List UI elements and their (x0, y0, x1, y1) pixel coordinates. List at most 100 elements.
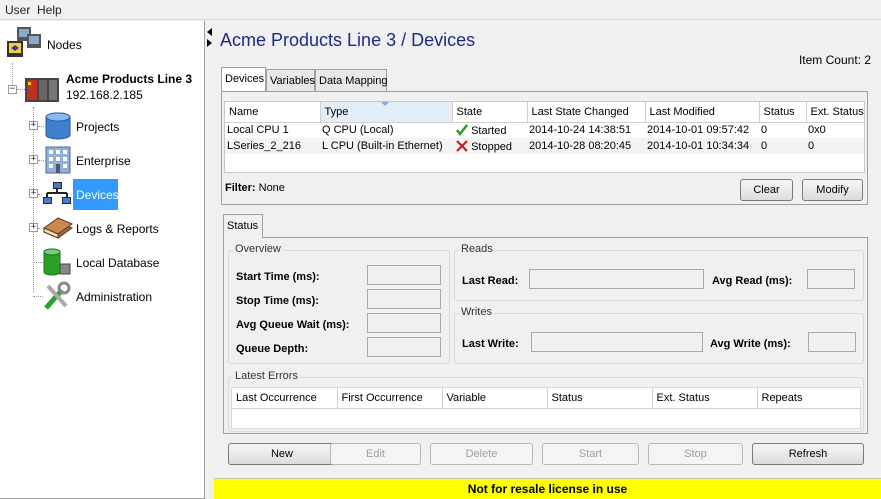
start-time-field[interactable] (367, 265, 441, 285)
clear-button[interactable]: Clear (740, 179, 793, 201)
delete-button[interactable]: Delete (430, 443, 533, 465)
cell-ext-status: 0x0 (808, 124, 826, 137)
main-panel: Acme Products Line 3 / Devices Item Coun… (214, 21, 881, 499)
table-row[interactable]: Local CPU 1 Q CPU (Local) Started 2014-1… (225, 122, 864, 138)
cell-ext-status: 0 (806, 138, 864, 154)
books-icon (42, 217, 74, 239)
menu-help[interactable]: Help (37, 3, 62, 17)
filter-value: None (258, 182, 285, 194)
avg-read-label: Avg Read (ms): (712, 275, 793, 287)
plc-icon (25, 78, 59, 102)
stop-time-field[interactable] (367, 289, 441, 309)
tree-item-enterprise[interactable]: Enterprise (76, 154, 131, 168)
queue-depth-label: Queue Depth: (236, 343, 309, 355)
latest-errors-title: Latest Errors (233, 370, 300, 382)
col-state[interactable]: State (452, 102, 528, 123)
x-icon (456, 139, 468, 152)
tree-root-label[interactable]: Nodes (47, 38, 82, 52)
cell-state: Stopped (452, 138, 527, 154)
stop-button[interactable]: Stop (648, 443, 743, 465)
devices-panel: Name Type State Last State Changed Last … (221, 91, 868, 205)
col-last-modified[interactable]: Last Modified (645, 102, 760, 123)
col-name[interactable]: Name (225, 102, 321, 123)
nodes-icon (7, 27, 41, 57)
last-write-label: Last Write: (462, 338, 519, 350)
state-text: Started (471, 124, 507, 137)
last-read-field[interactable] (529, 269, 704, 289)
expand-logs-toggle[interactable]: + (29, 223, 38, 232)
devices-table: Name Type State Last State Changed Last … (224, 101, 865, 173)
navigation-tree: Nodes − Acme Products Line 3 192.168.2.1… (0, 21, 205, 499)
menu-bar: User Help (0, 0, 881, 20)
status-panel: Overview Start Time (ms): Stop Time (ms)… (223, 237, 868, 434)
avg-read-field[interactable] (807, 269, 855, 289)
check-icon (456, 123, 468, 136)
col-type[interactable]: Type (320, 102, 453, 123)
cell-state: Started (452, 122, 527, 138)
err-col-last-occurrence[interactable]: Last Occurrence (232, 388, 338, 409)
tab-data-mapping[interactable]: Data Mapping (315, 69, 388, 91)
expand-enterprise-toggle[interactable]: + (29, 155, 38, 164)
avg-queue-wait-field[interactable] (367, 313, 441, 333)
table-row[interactable]: LSeries_2_216 L CPU (Built-in Ethernet) … (225, 138, 864, 154)
state-text: Stopped (471, 140, 513, 153)
col-status[interactable]: Status (759, 102, 807, 123)
errors-table: Last Occurrence First Occurrence Variabl… (231, 387, 861, 429)
collapse-arrows-icon[interactable] (206, 27, 213, 49)
splitter[interactable] (205, 21, 214, 499)
cell-type: Q CPU (Local) (322, 124, 394, 137)
tree-item-administration[interactable]: Administration (76, 290, 152, 304)
filter-label: Filter: (225, 182, 256, 194)
tree-item-logs[interactable]: Logs & Reports (76, 222, 159, 236)
tree-item-devices[interactable]: Devices (73, 179, 119, 210)
menu-user[interactable]: User (5, 3, 30, 17)
building-icon (45, 146, 71, 174)
col-last-state-changed[interactable]: Last State Changed (527, 102, 646, 123)
new-button[interactable]: New (228, 443, 336, 465)
tab-status[interactable]: Status (223, 214, 263, 238)
err-col-first-occurrence[interactable]: First Occurrence (337, 388, 443, 409)
err-col-variable[interactable]: Variable (442, 388, 548, 409)
err-col-status[interactable]: Status (547, 388, 653, 409)
filter-area: Filter: None (225, 182, 285, 194)
tree-node-ip: 192.168.2.185 (66, 88, 143, 102)
edit-button[interactable]: Edit (330, 443, 421, 465)
local-database-icon (43, 248, 71, 276)
last-write-field[interactable] (531, 332, 703, 352)
tree-item-projects[interactable]: Projects (76, 120, 119, 134)
cell-status: 0 (761, 124, 768, 137)
latest-errors-group: Latest Errors Last Occurrence First Occu… (228, 370, 864, 432)
err-col-ext-status[interactable]: Ext. Status (652, 388, 758, 409)
col-type-label: Type (324, 105, 349, 118)
start-time-label: Start Time (ms): (236, 271, 320, 283)
cell-last-state-changed: 2014-10-24 14:38:51 (529, 124, 632, 137)
writes-title: Writes (459, 306, 494, 318)
col-ext-status[interactable]: Ext. Status (806, 102, 864, 123)
cell-type: L CPU (Built-in Ethernet) (320, 138, 452, 154)
expand-devices-toggle[interactable]: + (29, 189, 38, 198)
reads-title: Reads (459, 243, 495, 255)
last-read-label: Last Read: (462, 275, 519, 287)
cell-last-modified: 2014-10-01 10:34:34 (645, 138, 759, 154)
queue-depth-field[interactable] (367, 337, 441, 357)
page-title: Acme Products Line 3 / Devices (220, 30, 476, 50)
expand-projects-toggle[interactable]: + (29, 121, 38, 130)
network-icon (43, 182, 71, 204)
collapse-node-toggle[interactable]: − (8, 85, 17, 94)
tools-icon (44, 281, 71, 310)
refresh-button[interactable]: Refresh (752, 443, 864, 465)
cell-name: Local CPU 1 (227, 124, 289, 137)
stop-time-label: Stop Time (ms): (236, 295, 319, 307)
avg-queue-wait-label: Avg Queue Wait (ms): (236, 319, 350, 331)
tab-variables[interactable]: Variables (266, 69, 315, 91)
reads-group: Reads Last Read: Avg Read (ms): (454, 243, 864, 301)
start-button[interactable]: Start (542, 443, 639, 465)
err-col-repeats[interactable]: Repeats (757, 388, 860, 409)
tree-item-local-database[interactable]: Local Database (76, 256, 159, 270)
tab-devices[interactable]: Devices (221, 67, 266, 91)
overview-group: Overview Start Time (ms): Stop Time (ms)… (228, 243, 450, 364)
cell-last-modified: 2014-10-01 09:57:42 (647, 124, 750, 137)
avg-write-field[interactable] (808, 332, 856, 352)
tree-node-name[interactable]: Acme Products Line 3 (66, 72, 192, 86)
modify-button[interactable]: Modify (802, 179, 863, 201)
